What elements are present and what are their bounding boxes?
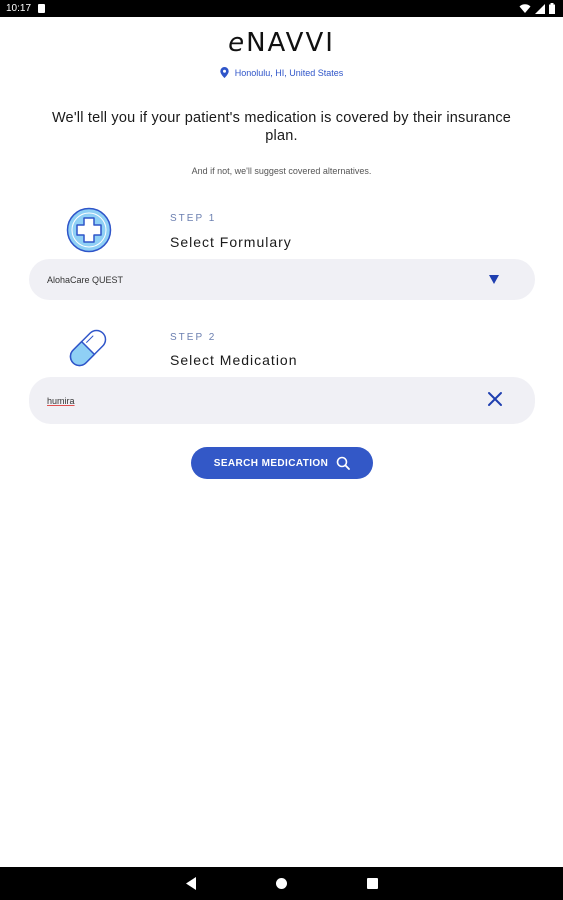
location-row[interactable]: Honolulu, HI, United States <box>0 67 563 78</box>
status-bar: 10:17 <box>0 0 563 17</box>
recent-apps-icon[interactable] <box>367 878 378 889</box>
wifi-icon <box>519 3 531 13</box>
sim-card-icon <box>38 4 45 13</box>
close-icon[interactable] <box>487 391 503 407</box>
search-button-label: SEARCH MEDICATION <box>213 457 329 469</box>
step1-title: Select Formulary <box>170 234 292 250</box>
status-time: 10:17 <box>6 3 32 14</box>
pill-capsule-icon <box>69 329 107 367</box>
subline: And if not, we'll suggest covered altern… <box>191 166 372 176</box>
formulary-value: AlohaCare QUEST <box>47 275 124 285</box>
location-text: Honolulu, HI, United States <box>234 67 344 78</box>
home-icon[interactable] <box>276 878 287 889</box>
system-nav-bar <box>0 867 563 900</box>
signal-icon <box>535 3 545 14</box>
step2-label: STEP 2 <box>170 332 217 343</box>
formulary-select[interactable]: AlohaCare QUEST <box>29 259 535 300</box>
caret-down-icon[interactable] <box>489 275 499 284</box>
app-logo: eNAVVI <box>0 28 563 58</box>
search-icon <box>336 456 351 470</box>
back-icon[interactable] <box>186 877 197 890</box>
app-screen: 10:17 eNAVVI Honolulu, HI, United States… <box>0 0 563 900</box>
logo-text: NAVVI <box>246 28 335 58</box>
medication-value[interactable]: humira <box>47 396 75 406</box>
search-medication-button[interactable]: SEARCH MEDICATION <box>191 447 373 479</box>
headline: We'll tell you if your patient's medicat… <box>51 110 512 144</box>
medication-input[interactable]: humira <box>29 377 535 424</box>
status-icons <box>519 0 555 17</box>
step2-title: Select Medication <box>170 352 298 368</box>
battery-icon <box>549 3 555 14</box>
medical-cross-icon <box>66 207 112 253</box>
location-pin-icon <box>220 67 229 78</box>
logo-e: e <box>228 28 247 58</box>
step1-label: STEP 1 <box>170 213 217 224</box>
